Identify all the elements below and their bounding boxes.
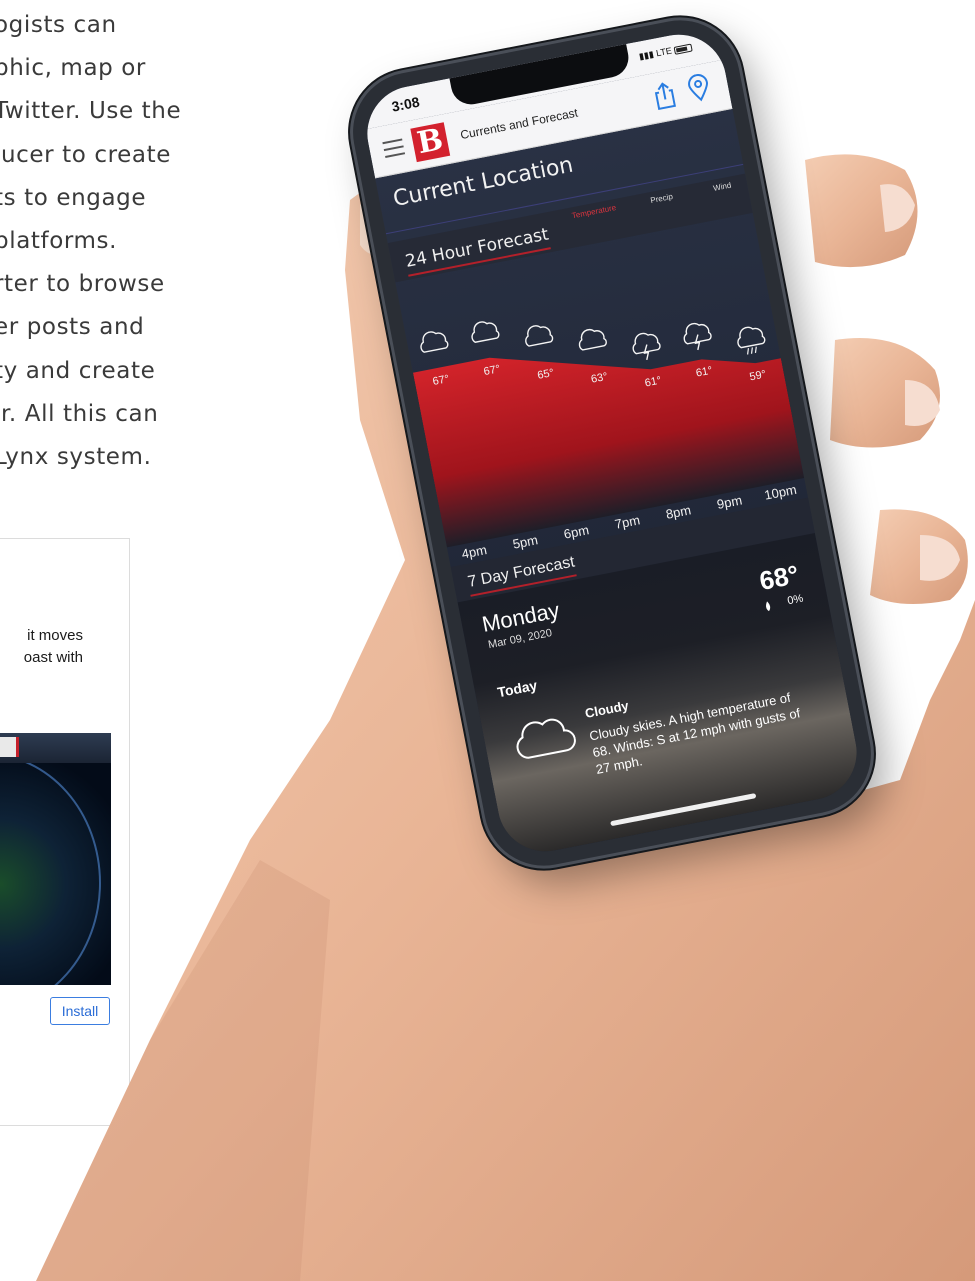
battery-icon	[673, 43, 693, 55]
hour-tick-label: 9pm	[716, 492, 744, 512]
phone-screen: 3:08 ▮▮▮ LTE B Currents and Forecast Cur…	[359, 26, 865, 860]
rain-icon	[737, 326, 766, 355]
hour-tick-label: 7pm	[614, 512, 642, 532]
hour-tick-label: 4pm	[460, 542, 488, 562]
cloud-icon	[578, 328, 607, 351]
day-high-temp: 68°	[756, 559, 802, 597]
today-label: Today	[495, 676, 539, 701]
brand-logo: B	[410, 122, 451, 163]
thunderstorm-icon	[683, 322, 712, 351]
app-title: Currents and Forecast	[459, 105, 580, 143]
cloud-icon	[516, 718, 576, 759]
cloud-icon	[420, 331, 449, 353]
status-indicators: ▮▮▮ LTE	[638, 42, 693, 63]
cloud-icon	[525, 325, 554, 347]
condition-title: Cloudy	[583, 697, 630, 721]
phone-mockup-wrap: 3:08 ▮▮▮ LTE B Currents and Forecast Cur…	[0, 0, 975, 1281]
carrier-label: LTE	[655, 45, 673, 59]
cloud-icon	[471, 321, 500, 343]
day-precip-chance: 0%	[786, 592, 805, 608]
signal-icon: ▮▮▮	[638, 48, 655, 62]
hour-tick-label: 5pm	[511, 532, 539, 552]
hour-tick-label: 8pm	[665, 502, 693, 522]
condition-description: Cloudy skies. A high temperature of 68. …	[588, 681, 839, 778]
tab-wind[interactable]: Wind	[712, 181, 732, 193]
location-pin-icon[interactable]	[685, 72, 712, 104]
status-time: 3:08	[390, 93, 421, 115]
hour-tick-label: 6pm	[562, 522, 590, 542]
share-icon[interactable]	[650, 80, 679, 112]
hamburger-menu-icon[interactable]	[382, 138, 406, 158]
thunderstorm-icon	[632, 332, 661, 360]
phone-device: 3:08 ▮▮▮ LTE B Currents and Forecast Cur…	[342, 10, 882, 876]
tab-temperature[interactable]: Temperature	[571, 203, 617, 220]
raindrop-icon	[766, 601, 771, 612]
tab-precip[interactable]: Precip	[650, 192, 674, 205]
